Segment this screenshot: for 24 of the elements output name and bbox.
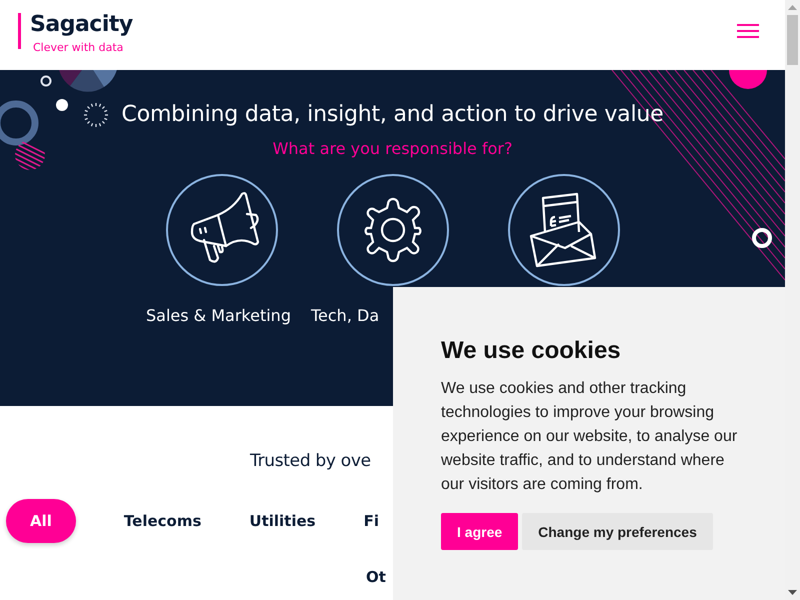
cookie-text: We use cookies and other tracking technologies to improve your browsing experience on our website, to analyse our website traffic, and to understand where our visitors are coming from.	[441, 379, 738, 495]
filter-tab[interactable]: All	[6, 499, 76, 543]
category-button[interactable]	[508, 174, 620, 286]
category-label[interactable]: Tech, Da	[310, 306, 380, 325]
logo[interactable]: Sagacity	[30, 10, 133, 40]
category-button[interactable]	[166, 174, 278, 286]
filter-tab[interactable]: Telecoms	[124, 499, 202, 543]
cookie-title: We use cookies	[441, 337, 622, 365]
category-label[interactable]: Sales & Marketing	[146, 306, 291, 325]
category-button[interactable]	[336, 174, 448, 286]
logo-bar	[18, 13, 21, 49]
filter-tab[interactable]: Fi	[364, 499, 379, 543]
section-heading: Trusted by ove	[250, 451, 371, 471]
scroll-down-icon[interactable]	[788, 590, 797, 595]
envelope-icon	[528, 192, 598, 268]
scrollbar-thumb[interactable]	[787, 15, 798, 65]
preferences-button[interactable]: Change my preferences	[522, 513, 713, 550]
filter-tab[interactable]: Utilities	[249, 499, 316, 543]
scrollbar[interactable]	[785, 0, 800, 600]
menu-icon[interactable]	[737, 24, 759, 38]
tagline: Clever with data	[33, 40, 124, 56]
agree-button[interactable]: I agree	[441, 513, 518, 550]
filter-tab[interactable]: Ot	[366, 555, 386, 599]
hero-subtitle: What are you responsible for?	[272, 139, 512, 158]
